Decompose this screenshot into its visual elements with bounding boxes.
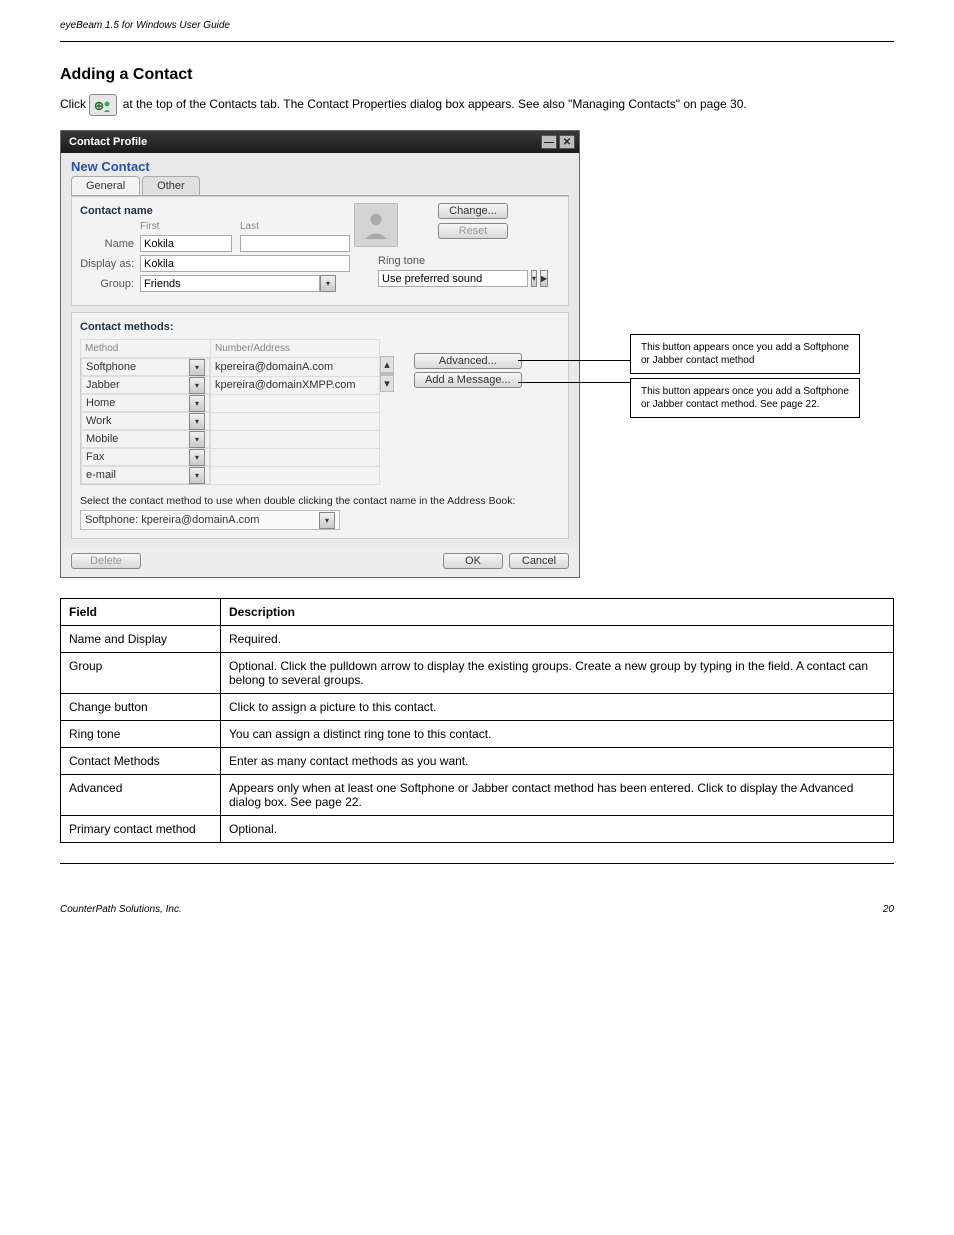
scroll-up-button[interactable]: ▴ [380,356,394,373]
desc-value: Enter as many contact methods as you wan… [221,748,894,775]
desc-value: Optional. Click the pulldown arrow to di… [221,653,894,694]
method-addr[interactable]: kpereira@domainXMPP.com [211,376,380,394]
display-as-input[interactable] [140,255,350,272]
method-addr[interactable] [211,412,380,430]
ringtone-select[interactable] [378,270,528,287]
reset-button[interactable]: Reset [438,223,508,239]
minimize-button[interactable]: — [541,135,557,149]
desc-field: Group [61,653,221,694]
callout-line [518,360,630,361]
desc-field: Ring tone [61,721,221,748]
method-dropdown-button[interactable]: ▾ [189,413,205,430]
close-button[interactable]: ✕ [559,135,575,149]
method-addr[interactable]: kpereira@domainA.com [211,358,380,377]
field-description-table: Field Description Name and DisplayRequir… [60,598,894,843]
display-as-label: Display as: [80,258,140,270]
primary-method-dropdown-button[interactable]: ▾ [319,512,335,529]
desc-field: Change button [61,694,221,721]
method-addr[interactable] [211,430,380,448]
callout-add-message: This button appears once you add a Softp… [630,378,860,418]
desc-field: Name and Display [61,626,221,653]
method-dropdown-button[interactable]: ▾ [189,449,205,466]
desc-value: Optional. [221,816,894,843]
desc-value: Click to assign a picture to this contac… [221,694,894,721]
change-button[interactable]: Change... [438,203,508,219]
ok-button[interactable]: OK [443,553,503,569]
tab-other[interactable]: Other [142,176,200,195]
desc-field: Contact Methods [61,748,221,775]
method-dropdown-button[interactable]: ▾ [189,359,205,376]
primary-method-hint: Select the contact method to use when do… [80,495,560,507]
desc-header-field: Field [61,599,221,626]
col-address: Number/Address [211,340,380,358]
first-name-input[interactable] [140,235,232,252]
contact-methods-table: Method Number/Address Softphone ▾ kpereira… [80,339,380,485]
ringtone-dropdown-button[interactable]: ▾ [531,270,537,287]
desc-value: Required. [221,626,894,653]
contact-profile-window: Contact Profile — ✕ New Contact General … [60,130,580,578]
first-header: First [140,221,240,232]
tab-general[interactable]: General [71,176,140,195]
method-name[interactable]: Home [86,397,115,409]
add-a-message-button[interactable]: Add a Message... [414,372,522,388]
desc-field: Primary contact method [61,816,221,843]
method-name[interactable]: Softphone [86,361,136,373]
callout-advanced: This button appears once you add a Softp… [630,334,860,374]
method-name[interactable]: Fax [86,451,104,463]
callout-line [518,382,630,383]
header-left: eyeBeam 1.5 for Windows User Guide [60,20,230,31]
advanced-button[interactable]: Advanced... [414,353,522,369]
ringtone-label: Ring tone [378,255,548,267]
method-addr[interactable] [211,394,380,412]
method-name[interactable]: e-mail [86,469,116,481]
add-contact-icon [89,94,117,116]
method-name[interactable]: Jabber [86,379,120,391]
window-title: Contact Profile [69,136,147,148]
group-label: Group: [80,278,140,290]
method-name[interactable]: Mobile [86,433,118,445]
method-dropdown-button[interactable]: ▾ [189,377,205,394]
contact-methods-label: Contact methods: [80,321,560,333]
method-addr[interactable] [211,448,380,466]
desc-header-desc: Description [221,599,894,626]
footer-page-number: 20 [883,904,894,915]
method-addr[interactable] [211,466,380,485]
play-ringtone-button[interactable]: ▶ [540,270,548,287]
method-dropdown-button[interactable]: ▾ [189,467,205,484]
intro-paragraph: Click at the top of the Contacts tab. Th… [60,94,894,116]
scroll-down-button[interactable]: ▾ [380,375,394,392]
section-title: Adding a Contact [60,66,894,84]
primary-method-value[interactable]: Softphone: kpereira@domainA.com [85,514,259,526]
name-label: Name [80,238,140,250]
group-dropdown-button[interactable]: ▾ [320,275,336,292]
delete-button[interactable]: Delete [71,553,141,569]
desc-value: Appears only when at least one Softphone… [221,775,894,816]
group-input[interactable] [140,275,320,292]
method-dropdown-button[interactable]: ▾ [189,431,205,448]
desc-field: Advanced [61,775,221,816]
window-subheader: New Contact [61,153,579,176]
avatar [354,203,398,247]
method-name[interactable]: Work [86,415,111,427]
last-name-input[interactable] [240,235,350,252]
cancel-button[interactable]: Cancel [509,553,569,569]
footer-left: CounterPath Solutions, Inc. [60,904,182,915]
method-dropdown-button[interactable]: ▾ [189,395,205,412]
desc-value: You can assign a distinct ring tone to t… [221,721,894,748]
last-header: Last [240,221,360,232]
col-method: Method [81,340,211,358]
